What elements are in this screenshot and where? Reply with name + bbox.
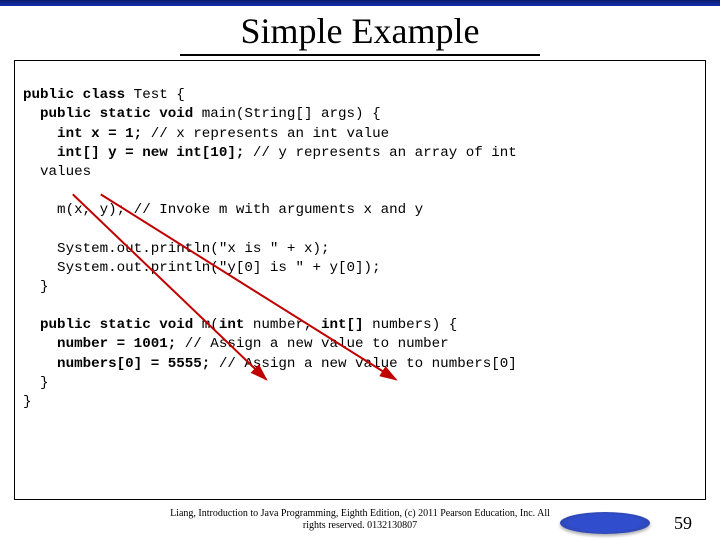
code-text: number, bbox=[244, 317, 321, 333]
copyright-text: Liang, Introduction to Java Programming,… bbox=[0, 506, 720, 532]
code-text: // Assign a new value to numbers[0] bbox=[210, 356, 517, 372]
code-text: public static void bbox=[23, 317, 193, 333]
code-text: main(String[] args) { bbox=[193, 106, 380, 122]
code-text: numbers) { bbox=[364, 317, 458, 333]
code-text: public class bbox=[23, 87, 125, 103]
code-text: } bbox=[23, 279, 49, 295]
code-text: int[] y = new int[10]; bbox=[23, 145, 244, 161]
footer: Liang, Introduction to Java Programming,… bbox=[0, 504, 720, 540]
copyright-line: rights reserved. 0132130807 bbox=[303, 520, 417, 531]
code-text: System.out.println("y[0] is " + y[0]); bbox=[23, 260, 381, 276]
code-text: m(x, y); // Invoke m with arguments x an… bbox=[23, 202, 423, 218]
code-text: Test { bbox=[125, 87, 185, 103]
code-text: int bbox=[219, 317, 245, 333]
code-text: } bbox=[23, 375, 49, 391]
code-text: number = 1001; bbox=[23, 336, 176, 352]
code-text: // Assign a new value to number bbox=[176, 336, 448, 352]
code-text: numbers[0] = 5555; bbox=[23, 356, 210, 372]
copyright-line: Liang, Introduction to Java Programming,… bbox=[170, 508, 550, 519]
code-text: values bbox=[23, 164, 91, 180]
slide-title: Simple Example bbox=[0, 6, 720, 54]
code-text: } bbox=[23, 394, 32, 410]
code-text: int x = 1; bbox=[23, 126, 142, 142]
code-text: m( bbox=[193, 317, 219, 333]
code-text: int[] bbox=[321, 317, 364, 333]
code-text: public static void bbox=[23, 106, 193, 122]
code-text: // y represents an array of int bbox=[244, 145, 516, 161]
code-example-box: public class Test { public static void m… bbox=[14, 60, 706, 500]
title-underline bbox=[180, 54, 540, 56]
page-number: 59 bbox=[674, 513, 692, 534]
code-text: // x represents an int value bbox=[142, 126, 389, 142]
code-text: System.out.println("x is " + x); bbox=[23, 241, 330, 257]
